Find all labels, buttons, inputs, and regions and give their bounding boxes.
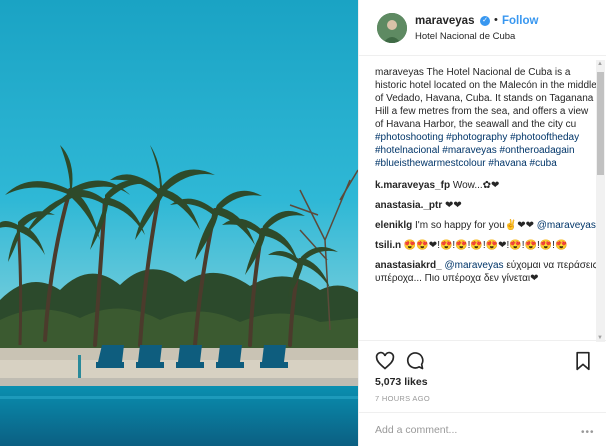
comment-text: 😍😍❤!😍!😍!😍!😍❤!😍!😍!😍!😍 [403,240,568,251]
speech-bubble-icon[interactable] [405,351,425,371]
post-panel: maraveyas ✓ • Follow Hotel Nacional de C… [358,0,606,446]
avatar[interactable] [377,13,407,43]
likes-count[interactable]: 5,073 likes [375,376,428,388]
comments-scrollbar[interactable]: ▲ ▼ [596,60,605,342]
verified-badge-icon: ✓ [480,16,490,26]
add-comment-bar: ••• [359,412,606,446]
post-header: maraveyas ✓ • Follow Hotel Nacional de C… [359,0,606,56]
header-username[interactable]: maraveyas [415,15,474,27]
comment-item: anastasiakrd_ @maraveyas εύχομαι να περά… [375,259,599,285]
comment-username[interactable]: anastasia._ptr [375,200,442,211]
comment-input[interactable] [375,421,575,439]
comment-text: I'm so happy for you✌❤❤ [415,220,534,231]
comment-username[interactable]: anastasiakrd_ [375,260,442,271]
action-bar [359,340,606,378]
comment-username[interactable]: k.maraveyas_fp [375,180,450,191]
location-link[interactable]: Hotel Nacional de Cuba [415,31,515,42]
comment-mention[interactable]: @maraveyas [445,260,504,271]
comment-item: eleniklg I'm so happy for you✌❤❤ @marave… [375,219,599,232]
follow-button[interactable]: Follow [502,15,538,27]
comment-item: anastasia._ptr ❤❤ [375,199,599,212]
palm-trees-pool-image [0,0,358,446]
more-options-icon[interactable]: ••• [581,427,595,438]
comment-item: k.maraveyas_fp Wow...✿❤ [375,179,599,192]
comment-item: tsili.n 😍😍❤!😍!😍!😍!😍❤!😍!😍!😍!😍 [375,239,599,252]
bookmark-icon[interactable] [573,351,593,371]
caption-hashtags[interactable]: #photoshooting #photography #photoofthed… [375,132,579,169]
separator-dot: • [494,14,498,26]
heart-icon[interactable] [375,351,395,371]
comment-mention[interactable]: @maraveyas [537,220,596,231]
comments-list[interactable]: maraveyas The Hotel Nacional de Cuba is … [375,66,599,340]
scroll-thumb[interactable] [597,72,604,175]
post-photo[interactable] [0,0,358,446]
caption: maraveyas The Hotel Nacional de Cuba is … [375,66,599,170]
comment-text: Wow...✿❤ [452,180,500,191]
post-timestamp[interactable]: 7 HOURS AGO [375,394,430,403]
scroll-up-arrow-icon[interactable]: ▲ [597,61,603,67]
comment-text: ❤❤ [445,200,462,211]
comment-username[interactable]: tsili.n [375,240,401,251]
caption-username[interactable]: maraveyas [375,67,424,78]
comment-username[interactable]: eleniklg [375,220,412,231]
